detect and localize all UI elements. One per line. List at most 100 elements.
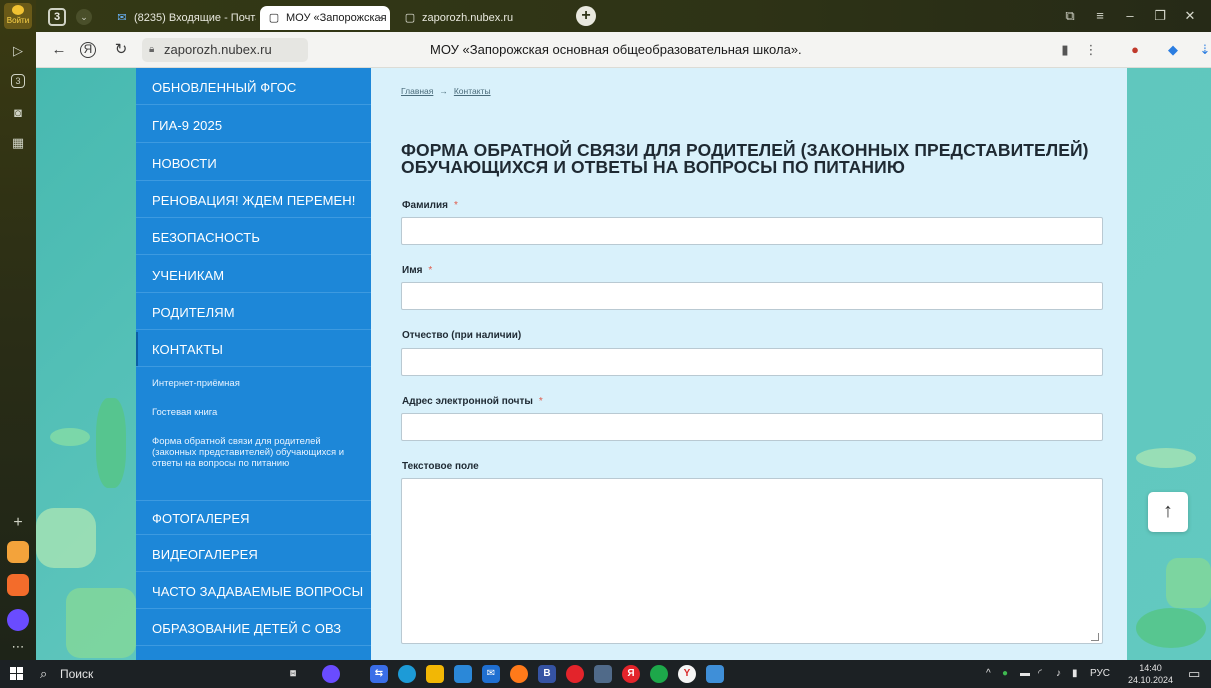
sidebar-subitem-feedback-form[interactable]: Форма обратной связи для родителей (зако… xyxy=(136,436,371,469)
store-icon[interactable] xyxy=(454,665,472,683)
sidebar-item-faq[interactable]: ЧАСТО ЗАДАВАЕМЫЕ ВОПРОСЫ xyxy=(136,574,371,609)
bookmark-icon[interactable]: ▮ xyxy=(1056,41,1074,59)
sidebar-subitem-guestbook[interactable]: Гостевая книга xyxy=(136,407,371,418)
battery-icon[interactable]: ▬ xyxy=(1020,664,1030,684)
more-options-icon[interactable]: ⋮ xyxy=(1082,41,1100,59)
language-indicator[interactable]: РУС xyxy=(1090,664,1110,684)
search-label: Поиск xyxy=(60,667,94,681)
close-tab-icon[interactable]: × xyxy=(377,6,384,30)
network-icon[interactable]: ◜ xyxy=(1038,664,1042,684)
minimize-button[interactable]: – xyxy=(1120,7,1140,25)
login-button[interactable]: Войти xyxy=(4,3,32,29)
sidebar-item-renovation[interactable]: РЕНОВАЦИЯ! ЖДЕМ ПЕРЕМЕН! xyxy=(136,183,371,218)
sidebar-item-ovz[interactable]: ОБРАЗОВАНИЕ ДЕТЕЙ С ОВЗ xyxy=(136,611,371,646)
sidebar-item-news[interactable]: НОВОСТИ xyxy=(136,146,371,181)
menu-icon[interactable]: ≡ xyxy=(1090,7,1110,25)
chevron-down-icon[interactable]: ⌄ xyxy=(76,9,92,25)
photos-icon[interactable] xyxy=(706,665,724,683)
vk-icon[interactable]: B xyxy=(538,665,556,683)
message-textarea[interactable] xyxy=(401,478,1103,644)
notifications-icon[interactable]: ▭ xyxy=(1188,664,1200,684)
mail-icon: ✉ xyxy=(117,12,127,24)
extension-icon[interactable]: ● xyxy=(1126,41,1144,59)
alice-taskbar-icon[interactable] xyxy=(322,665,340,683)
tab-mail[interactable]: ✉ (8235) Входящие - Почта xyxy=(108,6,256,30)
app-taskbar-icon[interactable]: ⇆ xyxy=(370,665,388,683)
yandex-icon[interactable]: Я xyxy=(80,42,96,58)
tab-count-button[interactable]: 3 xyxy=(48,8,66,26)
sidebar-item-contacts[interactable]: КОНТАКТЫ xyxy=(136,332,371,367)
email-label-text: Адрес электронной почты xyxy=(402,396,533,407)
play-icon[interactable]: ▷ xyxy=(9,42,27,60)
resize-handle-icon[interactable] xyxy=(1091,633,1099,641)
mail-app-icon[interactable] xyxy=(7,574,29,596)
search-icon: ⌕ xyxy=(40,666,48,681)
task-view-icon[interactable]: ⧈ xyxy=(284,665,302,683)
sidebar-item-students[interactable]: УЧЕНИКАМ xyxy=(136,258,371,293)
windows-start-icon[interactable] xyxy=(10,667,24,681)
sidebar-item-security[interactable]: БЕЗОПАСНОСТЬ xyxy=(136,220,371,255)
scroll-to-top-button[interactable]: ↑ xyxy=(1148,492,1188,532)
sidebar-item-parents[interactable]: РОДИТЕЛЯМ xyxy=(136,295,371,330)
taskbar-search[interactable]: ⌕ Поиск xyxy=(36,663,266,685)
address-bar: ← Я ↻ 🔒︎ zaporozh.nubex.ru МОУ «Запорожс… xyxy=(36,32,1211,68)
email-input[interactable] xyxy=(401,413,1103,441)
edge-icon[interactable] xyxy=(398,665,416,683)
mic-icon[interactable]: ▮ xyxy=(1072,664,1078,684)
page-title: МОУ «Запорожская основная общеобразовате… xyxy=(430,42,802,57)
translate-icon[interactable]: ◆ xyxy=(1164,41,1182,59)
surname-label-text: Фамилия xyxy=(402,200,448,211)
tab-school-site[interactable]: ▢ МОУ «Запорожская ос × xyxy=(260,6,390,30)
patronymic-label: Отчество (при наличии) xyxy=(402,330,522,341)
calculator-icon[interactable] xyxy=(594,665,612,683)
yandex-browser-icon[interactable]: Y xyxy=(678,665,696,683)
sidebar-item-videos[interactable]: ВИДЕОГАЛЕРЕЯ xyxy=(136,537,371,572)
url-field[interactable]: 🔒︎ zaporozh.nubex.ru xyxy=(142,38,308,62)
volume-icon[interactable]: ♪ xyxy=(1056,664,1061,684)
close-window-button[interactable]: ✕ xyxy=(1180,7,1200,25)
explorer-icon[interactable] xyxy=(426,665,444,683)
apps-grid-icon[interactable]: ▦ xyxy=(9,134,27,152)
taskbar-clock[interactable]: 14:40 24.10.2024 xyxy=(1128,662,1173,686)
screenshot-icon[interactable]: ◙ xyxy=(9,104,27,122)
sidebar-item-gia[interactable]: ГИА-9 2025 xyxy=(136,108,371,143)
sidebar-item-fgos[interactable]: ОБНОВЛЕННЫЙ ФГОС xyxy=(136,70,371,105)
app-icon-orange[interactable] xyxy=(7,541,29,563)
tab-nubex[interactable]: ▢ zaporozh.nubex.ru xyxy=(396,6,546,30)
avatar-icon xyxy=(12,5,24,15)
browser-green-icon[interactable] xyxy=(650,665,668,683)
tab-bar: 3 ⌄ ✉ (8235) Входящие - Почта ▢ МОУ «Запор… xyxy=(36,0,1211,32)
restore-button[interactable]: ❐ xyxy=(1150,7,1170,25)
tray-chevron-icon[interactable]: ^ xyxy=(986,664,991,684)
back-button[interactable]: ← xyxy=(50,41,68,59)
tray-app-icon[interactable]: ● xyxy=(1002,664,1008,684)
decor-leaf xyxy=(1136,448,1196,468)
decor-leaf xyxy=(36,508,96,568)
breadcrumb-home-link[interactable]: Главная xyxy=(401,86,433,96)
patronymic-input[interactable] xyxy=(401,348,1103,376)
alice-icon[interactable] xyxy=(7,609,29,631)
more-icon[interactable]: ⋯ xyxy=(9,638,27,656)
opera-icon[interactable] xyxy=(566,665,584,683)
yandex-taskbar-icon[interactable]: Я xyxy=(622,665,640,683)
download-icon[interactable]: ⇣ xyxy=(1196,41,1211,59)
tabs-count-icon[interactable]: 3 xyxy=(11,74,25,88)
sidebar-item-photos[interactable]: ФОТОГАЛЕРЕЯ xyxy=(136,500,371,535)
sidebar-subitem-reception[interactable]: Интернет-приёмная xyxy=(136,378,371,389)
collections-icon[interactable]: ⧉ xyxy=(1060,7,1080,25)
name-input[interactable] xyxy=(401,282,1103,310)
decor-leaf xyxy=(96,398,126,488)
decor-leaf xyxy=(1166,558,1211,608)
mail-taskbar-icon[interactable]: ✉ xyxy=(482,665,500,683)
reload-button[interactable]: ↻ xyxy=(112,41,130,59)
breadcrumb-separator: → xyxy=(439,86,448,96)
breadcrumb-contacts-link[interactable]: Контакты xyxy=(454,86,491,96)
surname-input[interactable] xyxy=(401,217,1103,245)
url-text: zaporozh.nubex.ru xyxy=(164,42,272,57)
browser-side-panel: Войти ▷ 3 ◙ ▦ + ⋯ xyxy=(0,0,36,660)
add-app-icon[interactable]: + xyxy=(9,514,27,532)
email-label: Адрес электронной почты * xyxy=(402,396,543,407)
firefox-icon[interactable] xyxy=(510,665,528,683)
new-tab-button[interactable]: + xyxy=(576,6,596,26)
main-content: Главная → Контакты ФОРМА ОБРАТНОЙ СВЯЗИ ДЛ… xyxy=(371,68,1127,660)
